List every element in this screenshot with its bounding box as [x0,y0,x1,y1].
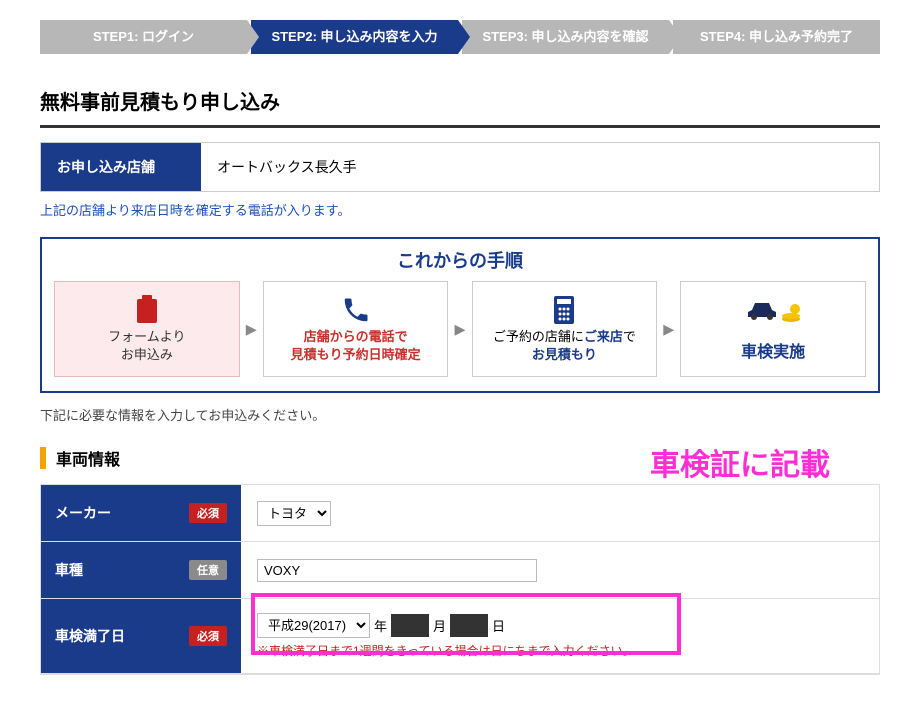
row-expiry: 車検満了日 必須 平成29(2017) 年 月 日 ※車検満了日まで1週間をきっ… [41,599,879,674]
store-row: お申し込み店舗 オートバックス長久手 [40,142,880,192]
field-label: 車検満了日 [55,626,125,646]
instruction-text: 下記に必要な情報を入力してお申込みください。 [40,405,880,424]
field-label: 車種 [55,560,83,580]
card-text: 見積もり予約日時確定 [291,347,421,362]
step-label: STEP2: 申し込み内容を入力 [271,29,437,44]
optional-badge: 任意 [189,560,227,580]
card-text: 店舗からの電話で [304,329,408,344]
store-value: オートバックス長久手 [201,143,879,191]
step-label: STEP4: 申し込み予約完了 [700,29,853,44]
section-title: 車両情報 [56,446,120,470]
page-title: 無料事前見積もり申し込み [40,86,880,128]
calculator-icon [552,292,576,328]
card-text: お見積もり [532,347,597,362]
clipboard-icon [134,292,160,328]
maker-select[interactable]: トヨタ [257,501,331,526]
store-note: 上記の店舗より来店日時を確定する電話が入ります。 [40,200,880,219]
section-accent-bar [40,447,46,469]
flow-card-phone: 店舗からの電話で見積もり予約日時確定 [263,281,449,377]
card-text: ご来店 [584,329,623,344]
section-header-vehicle: 車両情報 [40,446,880,470]
required-badge: 必須 [189,503,227,523]
unit-year: 年 [374,616,387,635]
era-year-select[interactable]: 平成29(2017) [257,613,370,638]
card-text: 車検実施 [741,344,805,361]
phone-icon [341,292,371,328]
required-badge: 必須 [189,626,227,646]
day-input[interactable] [450,614,488,637]
unit-day: 日 [492,616,505,635]
flow-title: これからの手順 [42,239,878,281]
expiry-note: ※車検満了日まで1週間をきっている場合は日にちまで入力ください。 [257,642,635,659]
step-label: STEP3: 申し込み内容を確認 [482,29,648,44]
flow-card-inspection: 車検実施 [680,281,866,377]
field-label: メーカー [55,503,111,523]
row-maker: メーカー 必須 トヨタ [41,485,879,542]
arrow-icon: ▸ [663,281,674,377]
row-model: 車種 任意 [41,542,879,599]
card-text: お申込み [121,347,173,362]
arrow-icon: ▸ [246,281,257,377]
step-3: STEP3: 申し込み内容を確認 [462,20,669,54]
store-label: お申し込み店舗 [41,143,201,191]
car-coins-icon [743,292,803,328]
flow-cards: フォームよりお申込み ▸ 店舗からの電話で見積もり予約日時確定 ▸ ご予約の店舗… [42,281,878,391]
card-text: で [623,329,636,344]
flow-card-form: フォームよりお申込み [54,281,240,377]
vehicle-form: メーカー 必須 トヨタ 車種 任意 車検満了日 必須 平成29(2017) 年 [40,484,880,675]
unit-month: 月 [433,616,446,635]
card-text: ご予約の店舗に [493,329,584,344]
arrow-icon: ▸ [454,281,465,377]
flow-section: これからの手順 フォームよりお申込み ▸ 店舗からの電話で見積もり予約日時確定 … [40,237,880,393]
month-input[interactable] [391,614,429,637]
card-text: フォームより [108,329,185,344]
step-4: STEP4: 申し込み予約完了 [673,20,880,54]
model-input[interactable] [257,559,537,582]
progress-steps: STEP1: ログイン STEP2: 申し込み内容を入力 STEP3: 申し込み… [40,20,880,54]
step-2: STEP2: 申し込み内容を入力 [251,20,458,54]
flow-card-visit: ご予約の店舗にご来店でお見積もり [472,281,658,377]
step-1: STEP1: ログイン [40,20,247,54]
step-label: STEP1: ログイン [93,29,194,44]
